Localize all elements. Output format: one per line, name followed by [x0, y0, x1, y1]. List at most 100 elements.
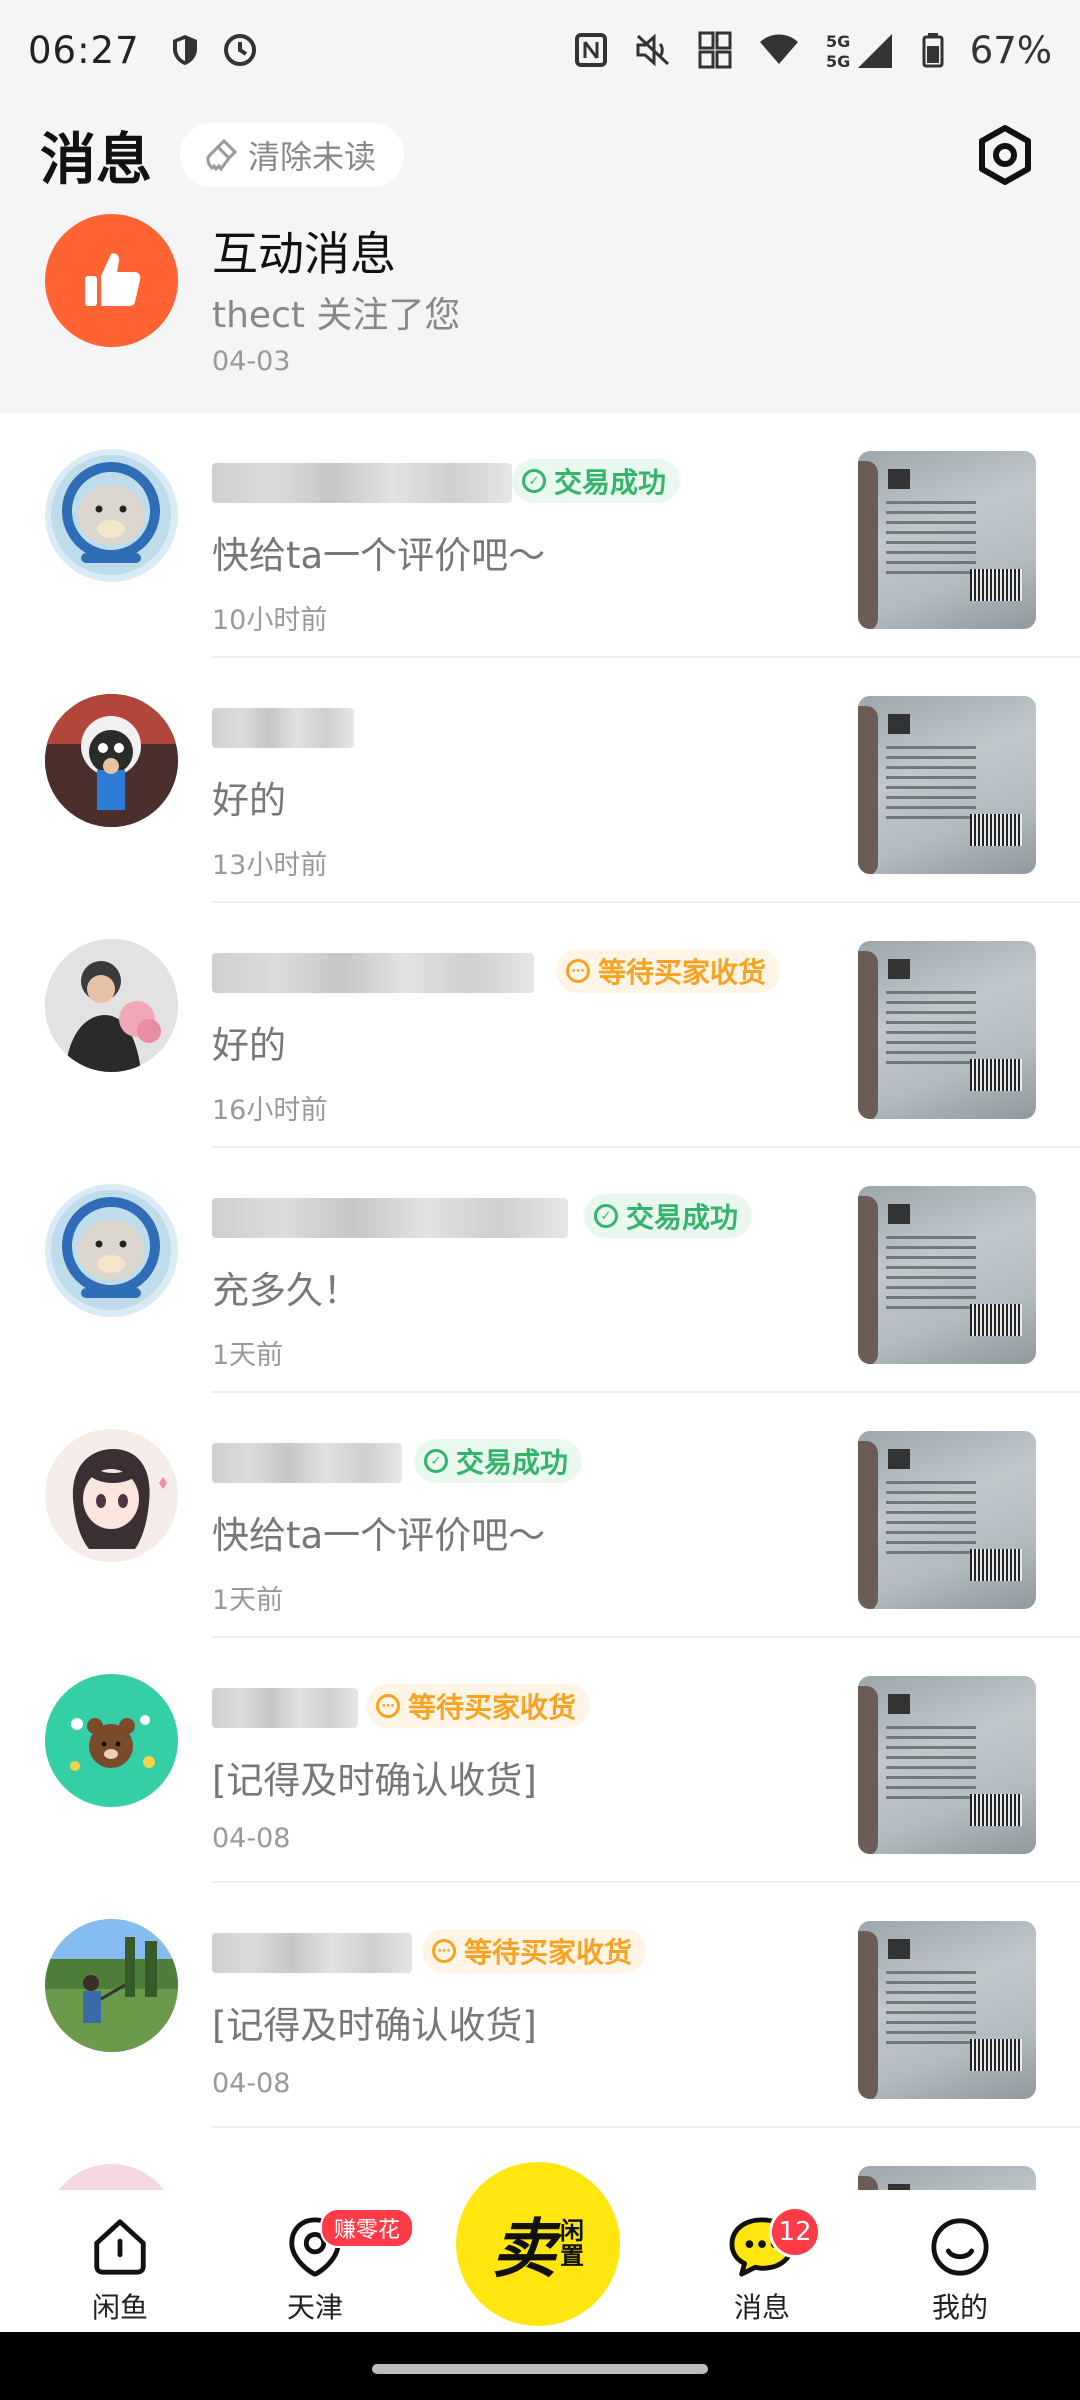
- page-title: 消息: [40, 127, 152, 193]
- item-thumbnail: [858, 696, 1036, 874]
- nav-messages[interactable]: 12 消息: [697, 2206, 827, 2326]
- message-time: 04-08: [212, 2068, 291, 2099]
- status-badge: ✓ 交易成功: [512, 459, 681, 503]
- settings-button[interactable]: [970, 120, 1040, 190]
- battery-level: 67%: [969, 28, 1052, 72]
- avatar: [45, 1919, 178, 2052]
- sell-button[interactable]: 卖 闲 置: [456, 2162, 620, 2326]
- check-circle-icon: ✓: [594, 1204, 618, 1228]
- status-badge: ⋯ 等待买家收货: [366, 1684, 591, 1728]
- broom-icon: [206, 138, 238, 172]
- avatar: [45, 939, 178, 1072]
- contact-name: [212, 708, 354, 748]
- like-avatar: [45, 214, 178, 347]
- signal-icon: 5G5G: [826, 32, 892, 70]
- interaction-title: 互动消息: [212, 227, 396, 281]
- status-label: 等待买家收货: [598, 956, 767, 989]
- status-label: 等待买家收货: [408, 1691, 577, 1724]
- sell-label: 卖: [492, 2213, 556, 2287]
- last-message: 好的: [212, 779, 286, 822]
- check-circle-icon: ✓: [522, 469, 546, 493]
- last-message: [记得及时确认收货]: [212, 2004, 537, 2047]
- avatar: [45, 694, 178, 827]
- svg-text:5G: 5G: [826, 52, 850, 70]
- status-badge: ⋯ 等待买家收货: [556, 949, 781, 993]
- last-message: 快给ta一个评价吧～: [212, 534, 546, 577]
- conversation-row[interactable]: 好的 13小时前: [0, 658, 1080, 903]
- avatar: [45, 1429, 178, 1562]
- interaction-messages[interactable]: 互动消息 thect 关注了您 04-03: [0, 210, 1080, 413]
- status-label: 交易成功: [554, 466, 667, 499]
- status-badge: ✓ 交易成功: [584, 1194, 753, 1238]
- interaction-subtitle: thect 关注了您: [212, 295, 461, 336]
- more-circle-icon: ⋯: [376, 1694, 400, 1718]
- conversation-row[interactable]: ⋯ 等待买家收货 [记得及时确认收货] 04-08: [0, 1883, 1080, 2128]
- more-circle-icon: ⋯: [432, 1939, 456, 1963]
- message-time: 10小时前: [212, 605, 328, 636]
- status-badge: ✓ 交易成功: [414, 1439, 583, 1483]
- conversation-row[interactable]: ✓ 交易成功 充多久！ 1天前: [0, 1148, 1080, 1393]
- conversation-row[interactable]: ✓ 交易成功 快给ta一个评价吧～ 1天前: [0, 1393, 1080, 1638]
- item-thumbnail: [858, 451, 1036, 629]
- hd-icon: [698, 31, 732, 69]
- message-time: 16小时前: [212, 1095, 328, 1126]
- status-bar: 06:27 5G 5G 67%: [0, 0, 1080, 100]
- interaction-date: 04-03: [212, 346, 291, 377]
- battery-icon: [922, 33, 944, 68]
- last-message: 充多久！: [212, 1269, 360, 1312]
- item-thumbnail: [858, 1186, 1036, 1364]
- message-time: 04-08: [212, 1823, 291, 1854]
- gear-icon: [979, 125, 1031, 185]
- home-icon: [94, 2219, 146, 2275]
- smiley-icon: [931, 2218, 989, 2276]
- avatar: [45, 1184, 178, 1317]
- sell-sublabel: 闲 置: [560, 2216, 584, 2270]
- message-time: 13小时前: [212, 850, 328, 881]
- svg-text:5G: 5G: [826, 32, 850, 51]
- system-gesture-bar: [0, 2332, 1080, 2400]
- nav-city[interactable]: 赚零花 天津: [250, 2208, 415, 2326]
- last-message: 好的: [212, 1024, 286, 1067]
- last-message: [记得及时确认收货]: [212, 1759, 537, 1802]
- last-message: 快给ta一个评价吧～: [212, 1514, 546, 1557]
- unread-count-badge: 12: [769, 2206, 821, 2258]
- conversation-row[interactable]: ⋯ 等待买家收货 [记得及时确认收货] 04-08: [0, 1638, 1080, 1883]
- status-label: 交易成功: [626, 1201, 739, 1234]
- contact-name: [212, 1443, 402, 1483]
- clock-icon: [223, 34, 256, 66]
- contact-name: [212, 1933, 412, 1973]
- page-header: 消息 清除未读: [0, 100, 1080, 210]
- contact-name: [212, 953, 534, 993]
- home-indicator[interactable]: [372, 2364, 708, 2374]
- avatar: [45, 1674, 178, 1807]
- status-label: 等待买家收货: [464, 1936, 633, 1969]
- conversation-list: ✓ 交易成功 快给ta一个评价吧～ 10小时前 好的 13小时前 ⋯ 等待买家收…: [0, 413, 1080, 2344]
- clear-unread-label: 清除未读: [248, 138, 377, 176]
- thumbs-up-icon: [84, 252, 140, 306]
- item-thumbnail: [858, 1676, 1036, 1854]
- nav-messages-label: 消息: [733, 2291, 790, 2324]
- wifi-icon: [759, 34, 798, 64]
- contact-name: [212, 1198, 568, 1238]
- mute-icon: [636, 33, 669, 67]
- conversation-row[interactable]: ✓ 交易成功 快给ta一个评价吧～ 10小时前: [0, 413, 1080, 658]
- nav-city-label: 天津: [286, 2291, 343, 2324]
- item-thumbnail: [858, 1921, 1036, 2099]
- avatar: [45, 449, 178, 582]
- city-promo-tag: 赚零花: [320, 2208, 415, 2248]
- clear-unread-button[interactable]: 清除未读: [180, 123, 405, 187]
- item-thumbnail: [858, 941, 1036, 1119]
- nfc-icon: [574, 33, 607, 67]
- check-circle-icon: ✓: [424, 1449, 448, 1473]
- message-time: 1天前: [212, 1585, 284, 1616]
- item-thumbnail: [858, 1431, 1036, 1609]
- nav-mine[interactable]: 我的: [895, 2216, 1025, 2326]
- message-time: 1天前: [212, 1340, 284, 1371]
- contact-name: [212, 463, 512, 503]
- contact-name: [212, 1688, 358, 1728]
- status-time: 06:27: [28, 28, 140, 72]
- nav-mine-label: 我的: [931, 2291, 988, 2324]
- nav-home[interactable]: 闲鱼: [55, 2216, 185, 2326]
- conversation-row[interactable]: ⋯ 等待买家收货 好的 16小时前: [0, 903, 1080, 1148]
- status-label: 交易成功: [456, 1446, 569, 1479]
